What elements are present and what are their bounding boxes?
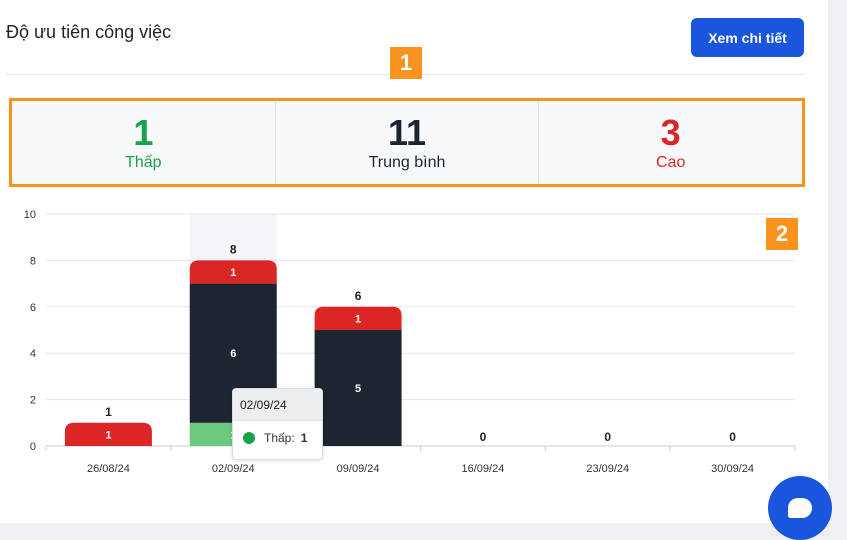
segment-label: 1	[105, 429, 111, 441]
total-label: 1	[105, 405, 112, 419]
summary-medium-label: Trung bình	[368, 153, 446, 171]
y-tick-label: 10	[24, 209, 36, 221]
tooltip-label: Thấp:	[264, 431, 295, 445]
segment-label: 1	[230, 267, 236, 279]
y-tick-label: 8	[30, 255, 36, 267]
chart-tooltip: 02/09/24 Thấp: 1	[232, 388, 323, 460]
chat-widget-button[interactable]	[768, 476, 832, 540]
tooltip-title: 02/09/24	[233, 389, 322, 421]
segment-label: 1	[355, 313, 361, 325]
summary-low-label: Thấp	[125, 153, 162, 171]
y-tick-label: 0	[30, 441, 36, 453]
priority-card: Độ ưu tiên công việc Xem chi tiết 1 1 Th…	[0, 0, 828, 523]
y-tick-label: 2	[30, 395, 36, 407]
x-tick-label: 16/09/24	[462, 463, 505, 475]
chat-bubble-icon	[788, 498, 812, 518]
summary-low: 1 Thấp	[12, 101, 276, 184]
x-tick-label: 26/08/24	[87, 463, 130, 475]
summary-high-label: Cao	[656, 153, 686, 171]
tooltip-value: 1	[300, 431, 308, 445]
annotation-marker-2: 2	[766, 218, 798, 250]
summary-medium-count: 11	[387, 111, 427, 153]
summary-low-count: 1	[133, 111, 154, 153]
x-tick-label: 23/09/24	[586, 463, 629, 475]
summary-high: 3 Cao	[539, 101, 802, 184]
x-tick-label: 09/09/24	[337, 463, 380, 475]
total-label: 0	[480, 430, 487, 444]
tooltip-legend-dot	[243, 432, 255, 444]
tooltip-row: Thấp: 1	[233, 421, 322, 445]
total-label: 8	[230, 242, 237, 256]
stacked-bar-chart: 0 2 4 6 8 10 1 1 26/08/24 1 6 1 8 02/09/24 5 1 6 09/09/24…	[24, 209, 796, 475]
total-label: 0	[604, 430, 611, 444]
summary-high-count: 3	[660, 111, 681, 153]
total-label: 6	[355, 289, 362, 303]
priority-summary: 1 Thấp 11 Trung bình 3 Cao	[9, 98, 805, 187]
y-tick-label: 4	[30, 348, 36, 360]
card-title: Độ ưu tiên công việc	[6, 22, 172, 42]
x-tick-label: 30/09/24	[711, 463, 754, 475]
x-tick-label: 02/09/24	[212, 463, 255, 475]
summary-medium: 11 Trung bình	[276, 101, 540, 184]
y-tick-label: 6	[30, 302, 36, 314]
annotation-marker-1: 1	[390, 47, 422, 79]
segment-label: 6	[230, 348, 236, 360]
view-details-button[interactable]: Xem chi tiết	[691, 18, 804, 57]
segment-label: 5	[355, 383, 361, 395]
total-label: 0	[729, 430, 736, 444]
